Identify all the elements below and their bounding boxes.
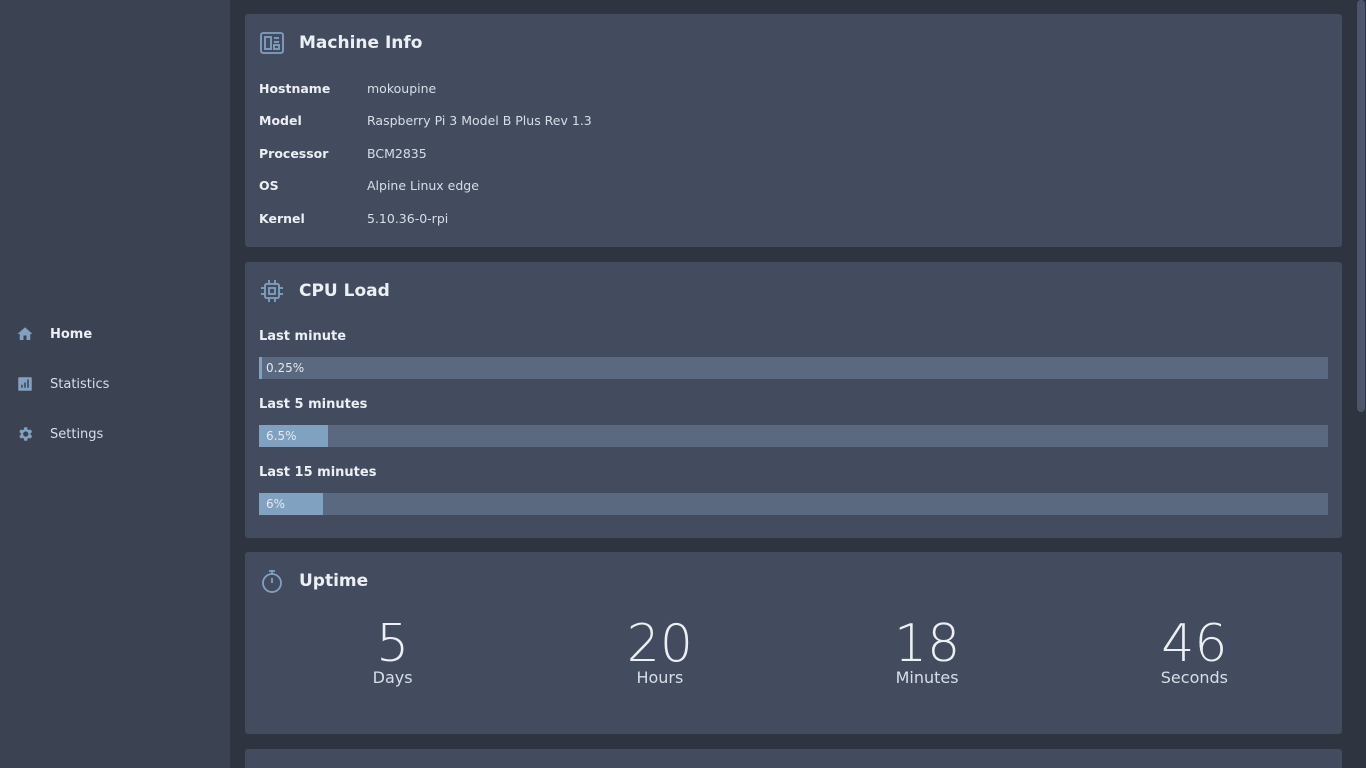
- uptime-seconds: 46 Seconds: [1094, 616, 1294, 687]
- gear-icon: [16, 425, 34, 443]
- load-bar: 0.25%: [259, 357, 1328, 379]
- info-row-model: Model Raspberry Pi 3 Model B Plus Rev 1.…: [259, 105, 1328, 138]
- uptime-value: 5: [376, 614, 410, 674]
- stopwatch-icon: [259, 568, 285, 594]
- load-label: Last minute: [259, 328, 347, 344]
- card-title: Uptime: [299, 571, 369, 591]
- card-header: CPU Load: [259, 262, 1328, 320]
- uptime-hours: 20 Hours: [560, 616, 760, 687]
- nav-item-settings[interactable]: Settings: [0, 409, 230, 459]
- info-key: Hostname: [259, 80, 331, 96]
- load-bar: 6%: [259, 493, 1328, 515]
- uptime-label: Days: [372, 668, 413, 687]
- info-value: Alpine Linux edge: [367, 178, 479, 194]
- info-key: OS: [259, 178, 279, 194]
- statistics-icon: [16, 375, 34, 393]
- uptime-value: 20: [626, 614, 693, 674]
- uptime-row: 5 Days 20 Hours 18 Minutes 46 Seconds: [259, 610, 1328, 687]
- uptime-label: Minutes: [895, 668, 959, 687]
- load-bar: 6.5%: [259, 425, 1328, 447]
- info-row-processor: Processor BCM2835: [259, 137, 1328, 170]
- card-header: Uptime: [259, 552, 1328, 610]
- uptime-value: 46: [1161, 614, 1228, 674]
- info-value: BCM2835: [367, 145, 427, 161]
- nav-item-home[interactable]: Home: [0, 309, 230, 359]
- load-bar-text: 6%: [266, 497, 286, 511]
- info-value: mokoupine: [367, 80, 437, 96]
- info-row-hostname: Hostname mokoupine: [259, 72, 1328, 105]
- sidebar: Home Statistics Settings: [0, 0, 230, 768]
- info-row-kernel: Kernel 5.10.36-0-rpi: [259, 202, 1328, 235]
- cpu-load-card: CPU Load Last minute 0.25% Last 5 minute…: [245, 262, 1342, 538]
- nav-item-label: Settings: [50, 426, 104, 442]
- info-key: Kernel: [259, 210, 305, 226]
- load-bar-text: 0.25%: [266, 361, 305, 375]
- cpu-icon: [259, 278, 285, 304]
- scrollbar-thumb[interactable]: [1357, 0, 1365, 412]
- info-key: Processor: [259, 145, 329, 161]
- home-icon: [16, 325, 34, 343]
- card-title: CPU Load: [299, 281, 390, 301]
- nav-item-label: Statistics: [50, 376, 110, 392]
- main-content: Machine Info Hostname mokoupine Model Ra…: [230, 0, 1356, 768]
- uptime-label: Hours: [636, 668, 684, 687]
- info-value: 5.10.36-0-rpi: [367, 210, 449, 226]
- machine-info-card: Machine Info Hostname mokoupine Model Ra…: [245, 14, 1342, 247]
- load-bar-fill: [259, 357, 263, 379]
- uptime-card: Uptime 5 Days 20 Hours 18 Minutes 46 Sec…: [245, 552, 1342, 734]
- nav-item-statistics[interactable]: Statistics: [0, 359, 230, 409]
- info-value: Raspberry Pi 3 Model B Plus Rev 1.3: [367, 113, 592, 129]
- next-card: [245, 749, 1342, 768]
- uptime-label: Seconds: [1160, 668, 1228, 687]
- uptime-days: 5 Days: [293, 616, 493, 687]
- load-label: Last 15 minutes: [259, 464, 377, 480]
- info-row-os: OS Alpine Linux edge: [259, 170, 1328, 203]
- uptime-value: 18: [894, 614, 961, 674]
- info-key: Model: [259, 113, 302, 129]
- machine-icon: [259, 30, 285, 56]
- load-bar-text: 6.5%: [266, 429, 297, 443]
- card-header: Machine Info: [259, 14, 1328, 72]
- load-label: Last 5 minutes: [259, 396, 368, 412]
- uptime-minutes: 18 Minutes: [827, 616, 1027, 687]
- nav-item-label: Home: [50, 326, 93, 342]
- card-title: Machine Info: [299, 33, 423, 53]
